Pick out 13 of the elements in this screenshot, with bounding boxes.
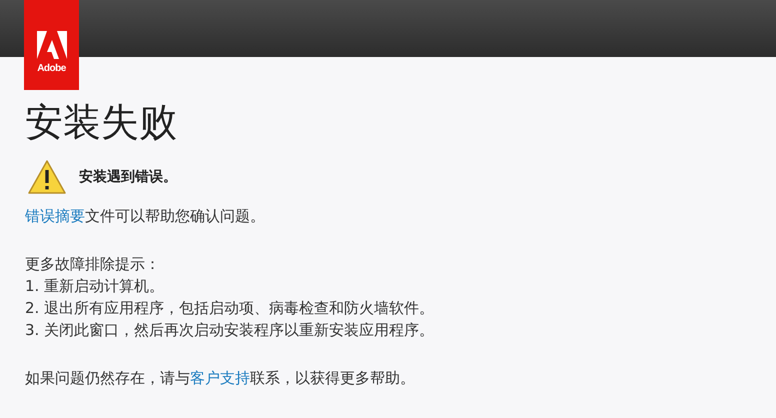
tips-heading: 更多故障排除提示： [25,254,161,275]
tip-item: 1. 重新启动计算机。 [25,276,166,297]
logo-icon [36,30,66,58]
support-link[interactable]: 客户支持 [190,369,250,387]
tip-item: 2. 退出所有应用程序，包括启动项、病毒检查和防火墙软件。 [25,298,436,319]
summary-link[interactable]: 错误摘要 [25,207,85,225]
summary-text: 错误摘要文件可以帮助您确认问题。 [25,206,266,227]
logo-text: Adobe [37,62,66,74]
support-text: 如果问题仍然存在，请与客户支持联系，以获得更多帮助。 [25,368,416,389]
warning-icon [27,159,67,195]
tip-item: 3. 关闭此窗口，然后再次启动安装程序以重新安装应用程序。 [25,320,436,341]
alert-text: 安装遇到错误。 [79,168,177,186]
page-title: 安装失败 [25,99,178,146]
